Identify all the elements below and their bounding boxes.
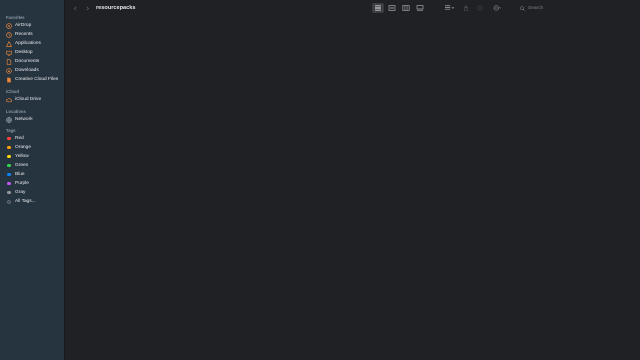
sidebar-item-label: iCloud Drive bbox=[15, 97, 42, 102]
all-tags-icon bbox=[6, 199, 12, 205]
sidebar-item-tag-yellow[interactable]: Yellow bbox=[0, 152, 64, 161]
tag-color-dot bbox=[7, 154, 11, 159]
chevron-right-icon bbox=[86, 6, 89, 10]
tag-color-dot bbox=[7, 136, 11, 141]
sidebar-item-label: Purple bbox=[15, 181, 29, 186]
forward-button[interactable] bbox=[83, 4, 91, 12]
sidebar-item-tag-purple[interactable]: Purple bbox=[0, 179, 64, 188]
sidebar-item-label: AirDrop bbox=[15, 23, 32, 28]
sidebar-item-label: Orange bbox=[15, 145, 31, 150]
action-menu-button[interactable] bbox=[489, 3, 505, 13]
sidebar-item-tag-red[interactable]: Red bbox=[0, 134, 64, 143]
sidebar-item-label: Red bbox=[15, 136, 24, 141]
file-list-area[interactable] bbox=[65, 17, 640, 360]
gallery-view-icon bbox=[416, 5, 424, 11]
finder-window: Favorites AirDrop Recents Applications D… bbox=[0, 0, 640, 360]
sidebar-item-label: All Tags... bbox=[15, 199, 36, 204]
search-field[interactable]: Search bbox=[520, 4, 580, 13]
tag-button[interactable] bbox=[475, 3, 485, 13]
column-view-button[interactable] bbox=[400, 3, 412, 13]
sidebar-item-icloud-drive[interactable]: iCloud Drive bbox=[0, 95, 64, 104]
search-placeholder: Search bbox=[528, 6, 544, 11]
sidebar-item-network[interactable]: Network bbox=[0, 115, 64, 124]
sidebar-item-creative-cloud-files[interactable]: Creative Cloud Files bbox=[0, 75, 64, 84]
tag-color-dot bbox=[7, 190, 11, 195]
sidebar-item-airdrop[interactable]: AirDrop bbox=[0, 21, 64, 30]
sidebar: Favorites AirDrop Recents Applications D… bbox=[0, 0, 65, 360]
search-icon bbox=[520, 6, 525, 11]
sidebar-item-recents[interactable]: Recents bbox=[0, 30, 64, 39]
document-icon bbox=[6, 58, 12, 65]
sidebar-item-downloads[interactable]: Downloads bbox=[0, 66, 64, 75]
tag-color-dot bbox=[7, 181, 11, 186]
sidebar-item-label: Applications bbox=[15, 41, 41, 46]
gallery-view-button[interactable] bbox=[414, 3, 426, 13]
sidebar-item-label: Documents bbox=[15, 59, 40, 64]
tag-icon bbox=[477, 5, 483, 11]
sidebar-item-label: Desktop bbox=[15, 50, 33, 55]
action-menu-icon bbox=[493, 5, 501, 11]
clock-icon bbox=[6, 31, 12, 38]
sidebar-item-label: Recents bbox=[15, 32, 33, 37]
icon-view-button[interactable] bbox=[372, 3, 384, 13]
sidebar-item-label: Downloads bbox=[15, 68, 39, 73]
sidebar-item-tag-green[interactable]: Green bbox=[0, 161, 64, 170]
sidebar-item-applications[interactable]: Applications bbox=[0, 39, 64, 48]
sidebar-item-label: Creative Cloud Files bbox=[15, 77, 59, 82]
window-title: resourcepacks bbox=[96, 5, 136, 11]
sidebar-item-documents[interactable]: Documents bbox=[0, 57, 64, 66]
list-view-button[interactable] bbox=[386, 3, 398, 13]
chevron-left-icon bbox=[73, 6, 76, 10]
applications-icon bbox=[6, 40, 12, 47]
group-by-button[interactable] bbox=[441, 3, 457, 13]
sidebar-item-desktop[interactable]: Desktop bbox=[0, 48, 64, 57]
list-view-icon bbox=[388, 5, 396, 11]
share-button[interactable] bbox=[461, 3, 471, 13]
sidebar-item-tag-gray[interactable]: Gray bbox=[0, 188, 64, 197]
sidebar-item-label: Gray bbox=[15, 190, 26, 195]
tag-color-dot bbox=[7, 163, 11, 168]
airdrop-icon bbox=[6, 22, 12, 29]
group-by-icon bbox=[444, 5, 454, 10]
tag-color-dot bbox=[7, 172, 11, 177]
icon-view-icon bbox=[375, 5, 381, 11]
sidebar-item-tag-orange[interactable]: Orange bbox=[0, 143, 64, 152]
tag-color-dot bbox=[7, 145, 11, 150]
sidebar-item-label: Yellow bbox=[15, 154, 29, 159]
creative-cloud-file-icon bbox=[6, 77, 12, 83]
column-view-icon bbox=[402, 5, 410, 11]
back-button[interactable] bbox=[71, 4, 79, 12]
toolbar: resourcepacks Search bbox=[65, 0, 640, 17]
sidebar-item-label: Network bbox=[15, 117, 33, 122]
downloads-icon bbox=[6, 67, 12, 74]
desktop-icon bbox=[6, 50, 12, 56]
cloud-icon bbox=[6, 97, 12, 103]
sidebar-item-tag-blue[interactable]: Blue bbox=[0, 170, 64, 179]
sidebar-item-label: Blue bbox=[15, 172, 25, 177]
sidebar-item-label: Green bbox=[15, 163, 29, 168]
network-globe-icon bbox=[6, 116, 12, 123]
share-icon bbox=[463, 5, 469, 11]
sidebar-item-all-tags[interactable]: All Tags... bbox=[0, 197, 64, 206]
